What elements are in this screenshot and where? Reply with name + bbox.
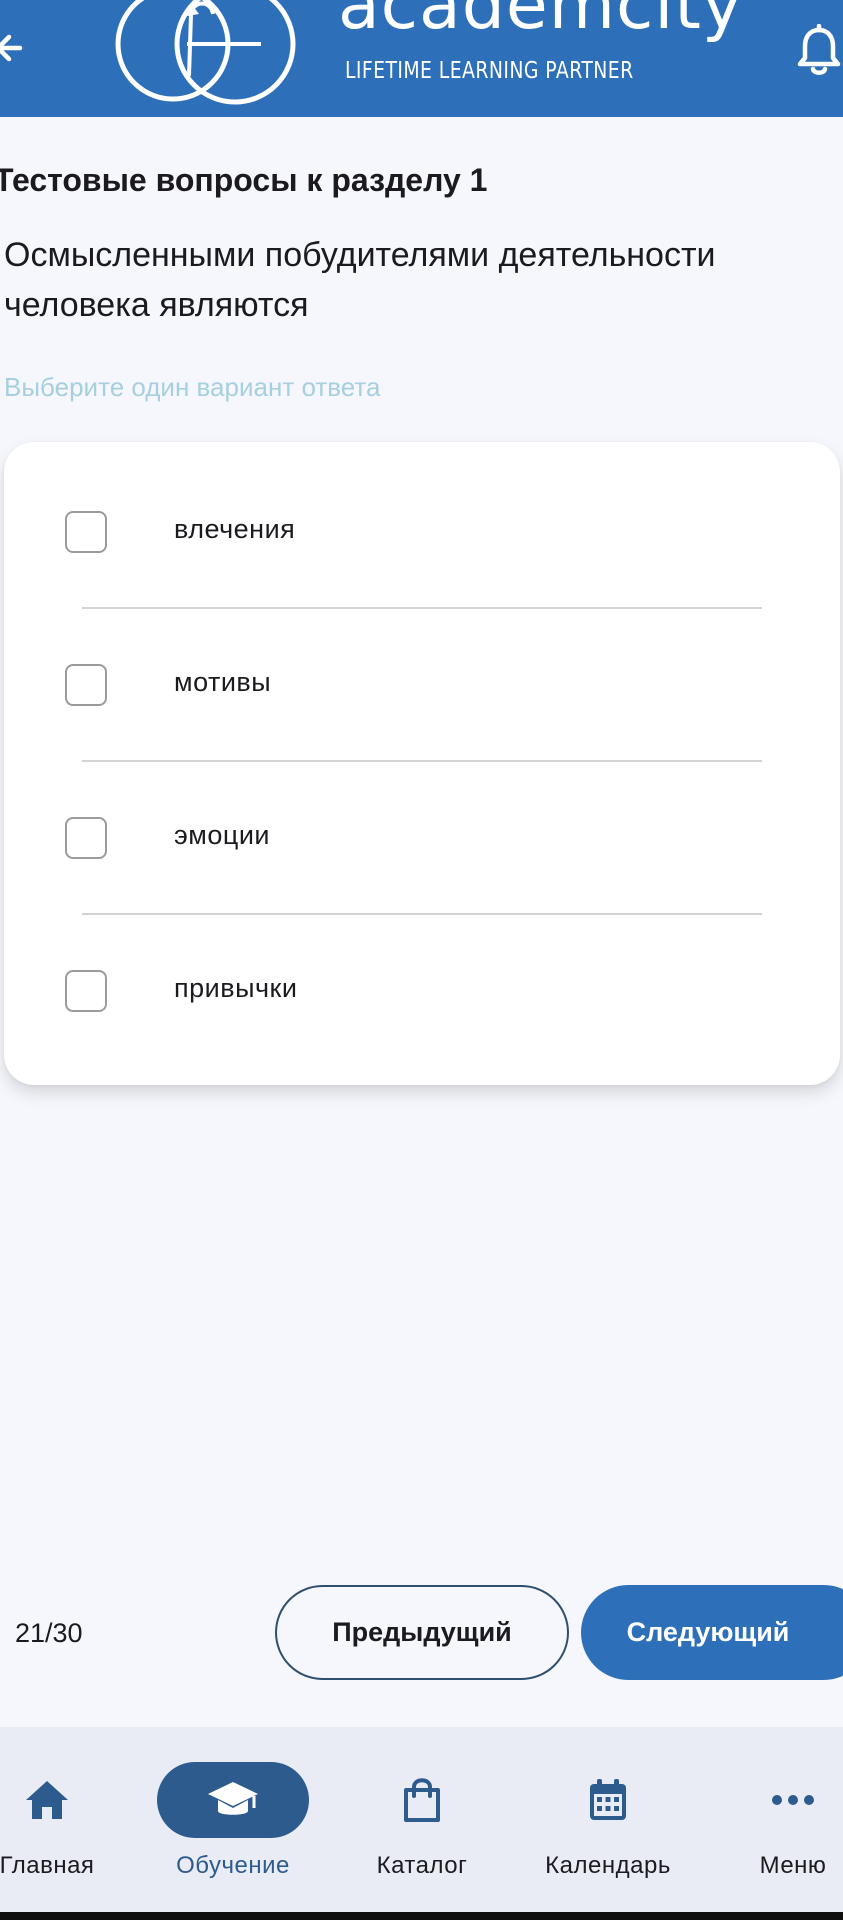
- option-checkbox[interactable]: [65, 664, 107, 706]
- calendar-icon: [590, 1779, 626, 1820]
- nav-item-learning[interactable]: Обучение: [157, 1727, 309, 1912]
- option-checkbox[interactable]: [65, 817, 107, 859]
- nav-item-home[interactable]: Главная: [0, 1727, 94, 1912]
- option-label: мотивы: [174, 667, 272, 697]
- answer-option[interactable]: мотивы: [4, 595, 840, 748]
- system-gesture-bar: [0, 1912, 843, 1920]
- answer-options-card: влечения мотивы эмоции привычки: [4, 442, 840, 1085]
- back-button[interactable]: [0, 26, 34, 70]
- more-horizontal-icon: [772, 1795, 814, 1805]
- nav-item-calendar[interactable]: Календарь: [532, 1727, 684, 1912]
- nav-label: Каталог: [376, 1852, 468, 1879]
- nav-label: Меню: [759, 1852, 827, 1879]
- section-title: Тестовые вопросы к разделу 1: [0, 162, 488, 198]
- nav-item-catalog[interactable]: Каталог: [346, 1727, 498, 1912]
- bell-icon: [797, 23, 841, 75]
- question-text: Осмысленными побудителями деятельности ч…: [4, 236, 716, 324]
- notifications-button[interactable]: [795, 23, 843, 78]
- option-label: влечения: [174, 514, 296, 544]
- nav-label: Обучение: [176, 1852, 290, 1879]
- answer-option[interactable]: привычки: [4, 901, 840, 1054]
- previous-button[interactable]: Предыдущий: [275, 1585, 569, 1680]
- brand-name: academcity: [338, 0, 744, 45]
- option-checkbox[interactable]: [65, 970, 107, 1012]
- answer-hint: Выберите один вариант ответа: [4, 372, 381, 402]
- answer-option[interactable]: эмоции: [4, 748, 840, 901]
- bottom-navigation: Главная Обучение Каталог Календарь Меню: [0, 1727, 843, 1912]
- option-checkbox[interactable]: [65, 511, 107, 553]
- nav-label: Главная: [0, 1852, 95, 1879]
- brand-tagline: LIFETIME LEARNING PARTNER: [345, 58, 634, 84]
- academcity-logo-icon: [115, 0, 296, 105]
- home-icon: [26, 1781, 68, 1819]
- option-label: привычки: [174, 973, 298, 1003]
- question-counter: 21/30: [15, 1618, 83, 1648]
- graduation-cap-icon: [208, 1782, 258, 1815]
- nav-item-menu[interactable]: Меню: [743, 1727, 843, 1912]
- next-button[interactable]: Следующий: [581, 1585, 843, 1680]
- answer-option[interactable]: влечения: [4, 442, 840, 595]
- app-header: academcity LIFETIME LEARNING PARTNER: [0, 0, 843, 117]
- nav-label: Календарь: [545, 1852, 671, 1879]
- option-label: эмоции: [174, 820, 270, 850]
- arrow-left-icon: [0, 34, 23, 62]
- shopping-bag-icon: [404, 1778, 440, 1822]
